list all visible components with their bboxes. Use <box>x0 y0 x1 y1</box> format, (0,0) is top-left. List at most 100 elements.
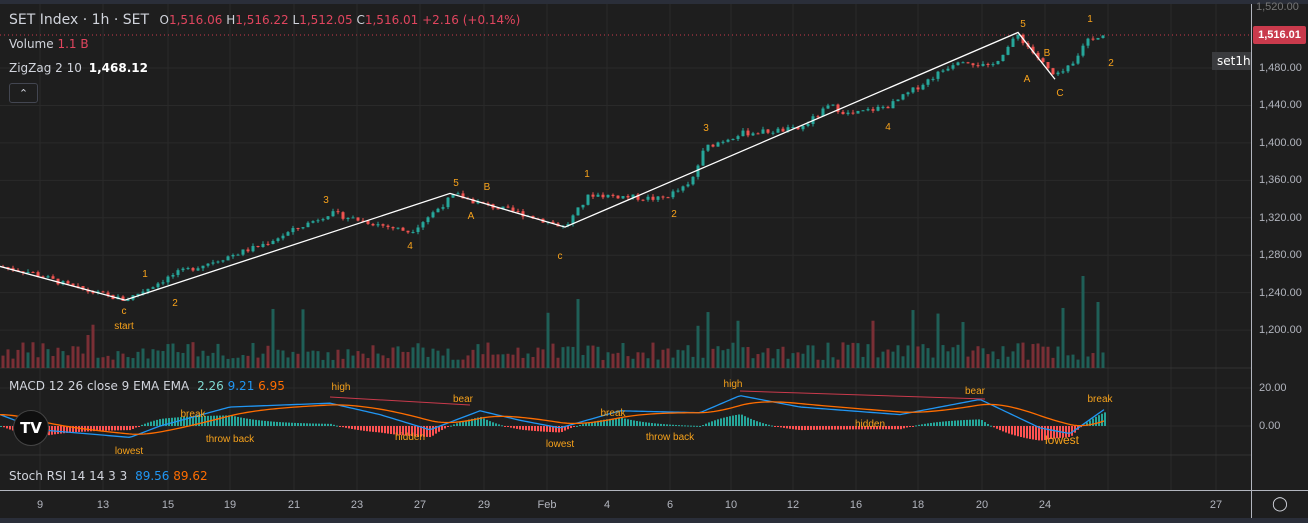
volume-bar <box>806 345 810 368</box>
macd-histogram-bar <box>762 423 764 426</box>
macd-histogram-bar <box>744 416 746 426</box>
volume-bar <box>221 355 225 368</box>
macd-histogram-bar <box>309 423 311 426</box>
volume-bar <box>101 357 105 368</box>
volume-bar <box>206 355 210 368</box>
volume-bar <box>816 359 820 368</box>
macd-histogram-bar <box>150 421 152 426</box>
volume-bar <box>881 351 885 368</box>
volume-bar <box>616 352 620 368</box>
macd-histogram-bar <box>927 423 929 426</box>
volume-bar <box>681 350 685 368</box>
volume-bar <box>906 345 910 368</box>
macd-histogram-bar <box>792 426 794 430</box>
macd-histogram-bar <box>129 426 131 431</box>
macd-histogram-bar <box>909 426 911 427</box>
volume-bar <box>461 359 465 368</box>
legend-volume[interactable]: Volume 1.1 B <box>9 37 89 51</box>
macd-histogram-bar <box>231 415 233 426</box>
macd-histogram-bar <box>750 418 752 426</box>
volume-bar <box>911 310 915 368</box>
macd-histogram-bar <box>111 426 113 431</box>
volume-bar <box>446 348 450 368</box>
candle <box>771 132 775 134</box>
volume-bar <box>276 349 280 368</box>
candle <box>306 222 310 228</box>
macd-histogram-bar <box>840 426 842 430</box>
volume-bar <box>251 342 255 368</box>
macd-histogram-bar <box>300 423 302 426</box>
volume-bar <box>1036 343 1040 368</box>
volume-bar <box>76 346 80 368</box>
candle <box>226 256 230 261</box>
macd-histogram-bar <box>489 421 491 426</box>
macd-histogram-bar <box>429 426 431 438</box>
volume-bar <box>986 354 990 368</box>
candle <box>1051 68 1055 75</box>
settings-button[interactable]: ◯ <box>1251 491 1308 519</box>
wave-label: 1 <box>584 169 590 180</box>
macd-histogram-bar <box>255 419 257 426</box>
volume-bar <box>21 342 25 368</box>
macd-histogram-bar <box>579 424 581 426</box>
volume-bar <box>576 299 580 368</box>
macd-histogram-bar <box>54 426 56 435</box>
volume-bar <box>761 352 765 368</box>
candle <box>301 227 305 229</box>
macd-histogram-bar <box>459 422 461 426</box>
volume-bar <box>581 354 585 368</box>
macd-histogram-bar <box>294 422 296 426</box>
candle <box>411 232 415 234</box>
macd-histogram-bar <box>516 426 518 429</box>
macd-histogram-bar <box>1095 416 1097 426</box>
price-axis[interactable]: 1,480.00 1,440.00 1,400.00 1,360.00 1,320.00… <box>1251 1 1308 490</box>
volume-bar <box>396 346 400 368</box>
volume-bar <box>626 356 630 368</box>
candle <box>276 238 280 242</box>
macd-annotation: break <box>1087 394 1113 405</box>
volume-bar <box>546 312 550 368</box>
legend-macd[interactable]: MACD 12 26 close 9 EMA EMA 2.26 9.21 6.9… <box>9 379 285 393</box>
volume-bar <box>601 359 605 368</box>
tradingview-logo-icon[interactable]: TV <box>13 410 49 446</box>
macd-histogram-bar <box>60 426 62 434</box>
candle <box>941 70 945 72</box>
chart-area[interactable]: SET Index · 1h · SET O1,516.06 H1,516.22… <box>0 4 1256 490</box>
candle <box>446 197 450 208</box>
macd-histogram-bar <box>693 425 695 427</box>
volume-bar <box>241 354 245 368</box>
legend-zigzag[interactable]: ZigZag 2 10 1,468.12 <box>9 61 148 75</box>
macd-histogram-bar <box>660 423 662 426</box>
collapse-legend-button[interactable]: ⌃ <box>9 83 38 103</box>
macd-histogram-bar <box>285 422 287 426</box>
volume-bar <box>691 356 695 368</box>
volume-bar <box>621 342 625 368</box>
volume-bar <box>336 349 340 368</box>
candle <box>831 104 835 106</box>
wave-label: 2 <box>172 298 178 309</box>
candle <box>671 191 675 198</box>
price-tick: 1,440.00 <box>1259 99 1302 112</box>
candle <box>851 112 855 114</box>
volume-bar <box>366 357 370 368</box>
wave-label: 3 <box>323 195 329 206</box>
macd-histogram-bar <box>78 426 80 432</box>
candle <box>176 270 180 275</box>
legend-stoch-rsi[interactable]: Stoch RSI 14 14 3 3 89.56 89.62 <box>9 469 208 483</box>
time-axis[interactable]: 9 13 15 19 21 23 27 29 Feb 4 6 10 12 16 18 20 24 27 ◯ <box>0 490 1308 519</box>
volume-bar <box>726 348 730 368</box>
volume-bar <box>731 342 735 368</box>
candle <box>921 84 925 90</box>
candle <box>951 65 955 69</box>
candle <box>736 136 740 139</box>
symbol-title[interactable]: SET Index · 1h · SET <box>9 12 149 28</box>
macd-histogram-bar <box>144 423 146 426</box>
volume-bar <box>736 320 740 368</box>
close-value: 1,516.01 <box>364 13 419 27</box>
volume-bar <box>531 356 535 368</box>
macd-histogram-bar <box>501 425 503 427</box>
candle <box>331 211 335 217</box>
volume-bar <box>286 357 290 368</box>
macd-histogram-bar <box>684 425 686 427</box>
volume-bar <box>511 354 515 368</box>
